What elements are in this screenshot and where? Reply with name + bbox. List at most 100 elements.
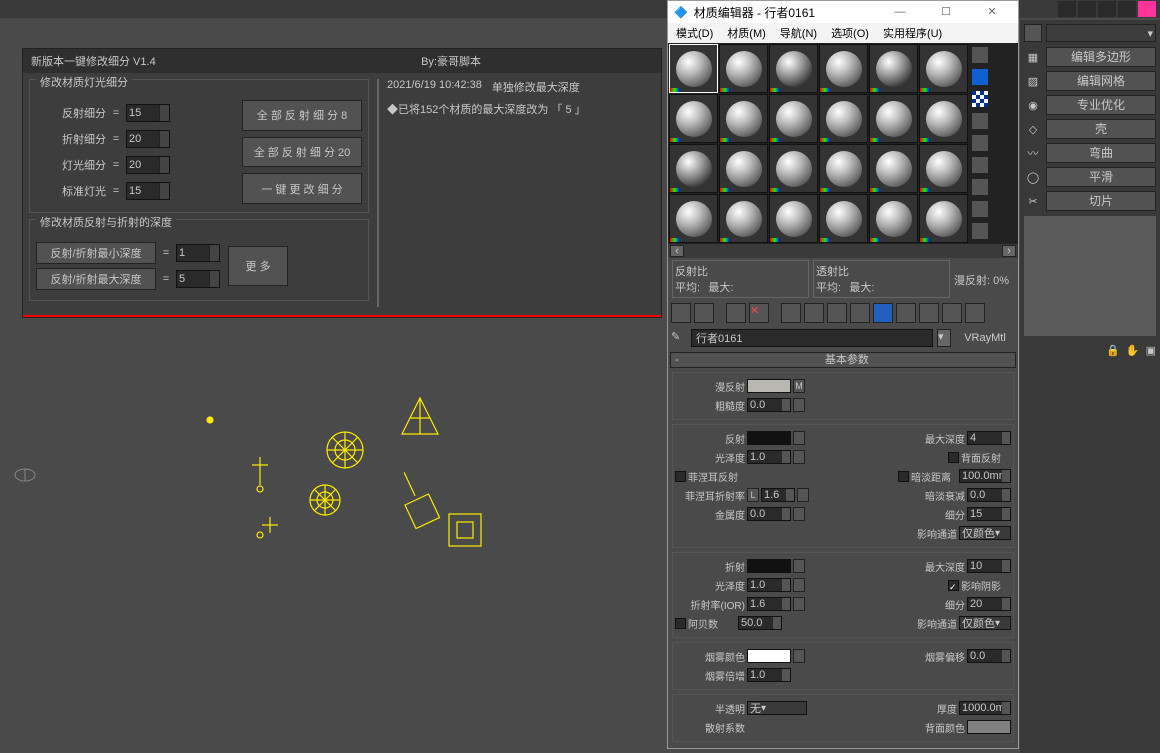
scroll-left[interactable]: ‹: [670, 245, 684, 257]
material-slot[interactable]: [819, 144, 868, 193]
abbe-checkbox[interactable]: [675, 618, 686, 629]
put-to-lib-icon[interactable]: [827, 303, 847, 323]
dimdist-spinner[interactable]: 100.0mm: [959, 469, 1011, 483]
material-slot[interactable]: [669, 194, 718, 243]
material-slot[interactable]: [669, 144, 718, 193]
optimize-icon[interactable]: ◉: [1024, 96, 1042, 114]
roughness-map-slot[interactable]: [793, 398, 805, 412]
dimdist-checkbox[interactable]: [898, 471, 909, 482]
matlib-icon[interactable]: [971, 222, 989, 240]
reset-icon[interactable]: ✕: [749, 303, 769, 323]
btn-shell[interactable]: 壳: [1046, 119, 1156, 139]
roughness-spinner[interactable]: 0.0: [747, 398, 791, 412]
make-copy-icon[interactable]: [781, 303, 801, 323]
menu-nav[interactable]: 导航(N): [780, 25, 817, 41]
go-forward-icon[interactable]: [942, 303, 962, 323]
refr-maxdepth-spinner[interactable]: 10: [967, 559, 1011, 573]
btn-smooth[interactable]: 平滑: [1046, 167, 1156, 187]
material-slot[interactable]: [919, 44, 968, 93]
refr-subdiv-spinner[interactable]: 20: [967, 597, 1011, 611]
material-slot[interactable]: [719, 94, 768, 143]
material-type-button[interactable]: VRayMtl: [955, 332, 1015, 344]
fresnel-map-slot[interactable]: [797, 488, 809, 502]
refr-gloss-map-slot[interactable]: [793, 578, 805, 592]
abbe-spinner[interactable]: 50.0: [738, 616, 782, 630]
menu-options[interactable]: 选项(O): [831, 25, 869, 41]
refr-gloss-spinner[interactable]: 1.0: [747, 578, 791, 592]
btn-optimize[interactable]: 专业优化: [1046, 95, 1156, 115]
refract-swatch[interactable]: [747, 559, 791, 573]
btn-more[interactable]: 更 多: [228, 246, 288, 286]
menu-material[interactable]: 材质(M): [727, 25, 766, 41]
ior-map-slot[interactable]: [793, 597, 805, 611]
scroll-right[interactable]: ›: [1002, 245, 1016, 257]
btn-slice[interactable]: 切片: [1046, 191, 1156, 211]
tool-icon[interactable]: [1078, 1, 1096, 17]
color-swatch[interactable]: [1024, 24, 1042, 42]
metalness-map-slot[interactable]: [793, 507, 805, 521]
material-slot[interactable]: [819, 194, 868, 243]
dimfall-spinner[interactable]: 0.0: [967, 488, 1011, 502]
btn-max-depth[interactable]: 反射/折射最大深度: [36, 268, 156, 290]
material-name-input[interactable]: 行者0161: [691, 329, 933, 347]
close-button[interactable]: ✕: [972, 2, 1012, 22]
refl-gloss-spinner[interactable]: 1.0: [747, 450, 791, 464]
refract-map-slot[interactable]: [793, 559, 805, 573]
translucency-dropdown[interactable]: 无 ▾: [747, 701, 807, 715]
slice-icon[interactable]: ✂: [1024, 192, 1042, 210]
affect-shadow-checkbox[interactable]: [948, 580, 959, 591]
fog-color-swatch[interactable]: [747, 649, 791, 663]
config-icon[interactable]: ▣: [1146, 344, 1156, 357]
metalness-spinner[interactable]: 0.0: [747, 507, 791, 521]
min-depth-spinner[interactable]: 1: [176, 244, 220, 262]
refl-gloss-map-slot[interactable]: [793, 450, 805, 464]
material-slot[interactable]: [769, 94, 818, 143]
fog-map-slot[interactable]: [793, 649, 805, 663]
material-slot[interactable]: [669, 94, 718, 143]
btn-min-depth[interactable]: 反射/折射最小深度: [36, 242, 156, 264]
refr-channel-dropdown[interactable]: 仅颜色 ▾: [959, 616, 1011, 630]
backcolor-swatch[interactable]: [967, 720, 1011, 734]
name-dropdown[interactable]: ▾: [937, 329, 951, 347]
material-slot[interactable]: [769, 144, 818, 193]
material-slot[interactable]: [869, 144, 918, 193]
show-map-icon[interactable]: [873, 303, 893, 323]
refl-subdiv-spinner[interactable]: 15: [126, 104, 170, 122]
btn-all-refl-8[interactable]: 全 部 反 射 细 分 8: [242, 100, 362, 131]
tool-icon[interactable]: [1098, 1, 1116, 17]
diffuse-map-slot[interactable]: M: [793, 379, 805, 393]
fog-bias-spinner[interactable]: 0.0: [967, 649, 1011, 663]
fog-mult-spinner[interactable]: 1.0: [747, 668, 791, 682]
material-slot[interactable]: [669, 44, 718, 93]
tool-icon[interactable]: [1058, 1, 1076, 17]
hand-icon[interactable]: ✋: [1126, 344, 1140, 357]
put-to-scene-icon[interactable]: [694, 303, 714, 323]
matid-icon[interactable]: [850, 303, 870, 323]
material-slot[interactable]: [919, 144, 968, 193]
eyedropper-icon[interactable]: ✎: [671, 330, 687, 346]
light-subdiv-spinner[interactable]: 20: [126, 156, 170, 174]
backface-checkbox[interactable]: [948, 452, 959, 463]
material-slot[interactable]: [869, 94, 918, 143]
assign-icon[interactable]: [726, 303, 746, 323]
shell-icon[interactable]: ◇: [1024, 120, 1042, 138]
make-unique-icon[interactable]: [804, 303, 824, 323]
tool-icon[interactable]: [1118, 1, 1136, 17]
titlebar[interactable]: 🔷 材质编辑器 - 行者0161 — ☐ ✕: [668, 1, 1018, 23]
pin-icon[interactable]: 🔒: [1106, 344, 1120, 357]
refl-channel-dropdown[interactable]: 仅颜色 ▾: [959, 526, 1011, 540]
viewport[interactable]: [0, 340, 665, 753]
material-slot[interactable]: [769, 44, 818, 93]
thickness-spinner[interactable]: 1000.0m: [959, 701, 1011, 715]
options-icon[interactable]: [971, 178, 989, 196]
smooth-icon[interactable]: ◯: [1024, 168, 1042, 186]
material-slot[interactable]: [719, 44, 768, 93]
select-by-mat-icon[interactable]: [971, 200, 989, 218]
rollout-basic-params[interactable]: -基本参数: [670, 352, 1016, 368]
minimize-button[interactable]: —: [880, 2, 920, 22]
maximize-button[interactable]: ☐: [926, 2, 966, 22]
menu-util[interactable]: 实用程序(U): [883, 25, 942, 41]
options-icon[interactable]: [965, 303, 985, 323]
material-slot[interactable]: [719, 194, 768, 243]
dropdown[interactable]: ▾: [1046, 24, 1156, 42]
